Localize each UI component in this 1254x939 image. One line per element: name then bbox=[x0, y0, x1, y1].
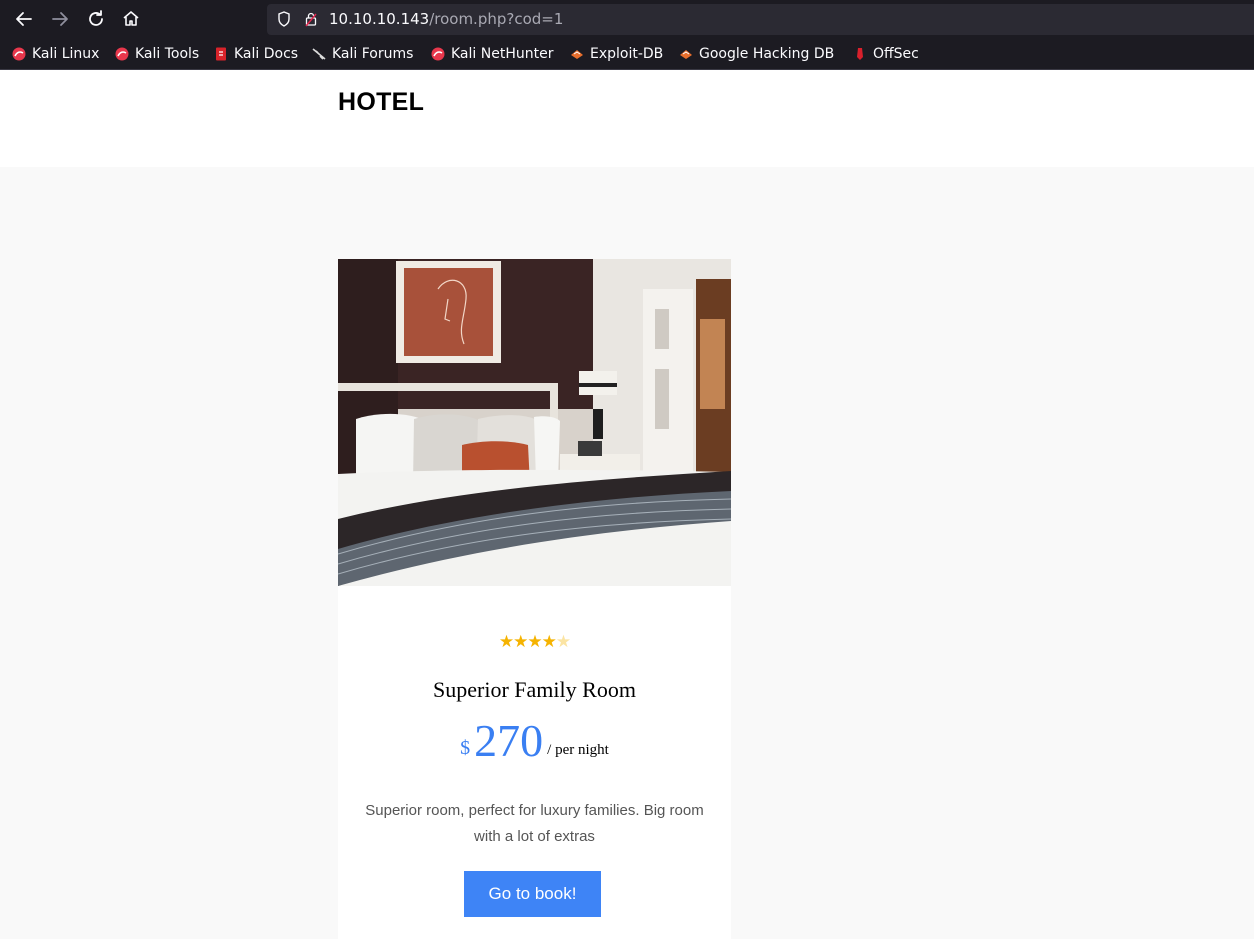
site-brand[interactable]: HOTEL bbox=[338, 88, 424, 117]
star-icon: ★ bbox=[541, 632, 557, 652]
bookmark-label: Kali Linux bbox=[32, 46, 100, 62]
address-bar[interactable]: 10.10.10.143/room.php?cod=1 bbox=[267, 4, 1254, 35]
kali-forums-icon bbox=[312, 48, 326, 60]
star-rating: ★★★★★ bbox=[338, 633, 731, 651]
home-icon[interactable] bbox=[120, 8, 142, 30]
bookmark-label: Google Hacking DB bbox=[699, 46, 835, 62]
bookmark-exploit-db[interactable]: Exploit-DB bbox=[570, 45, 663, 63]
room-price: $ 270 / per night bbox=[338, 716, 731, 766]
browser-toolbar: 10.10.10.143/room.php?cod=1 bbox=[0, 0, 1254, 39]
bookmark-kali-forums[interactable]: Kali Forums bbox=[312, 45, 413, 63]
star-icon: ★ bbox=[527, 632, 542, 652]
star-icon: ★ bbox=[513, 632, 528, 652]
bookmark-label: Kali Docs bbox=[234, 46, 299, 62]
insecure-lock-icon[interactable] bbox=[305, 11, 317, 27]
bookmark-label: Exploit-DB bbox=[590, 46, 664, 62]
kali-dragon-icon bbox=[12, 47, 26, 61]
exploit-db-icon bbox=[571, 50, 583, 59]
book-button[interactable]: Go to book! bbox=[464, 871, 601, 917]
bookmarks-bar: Kali Linux Kali Tools Kali Docs Kali For… bbox=[0, 39, 1254, 70]
bookmark-label: Kali Tools bbox=[135, 46, 200, 62]
bookmark-kali-nethunter[interactable]: Kali NetHunter bbox=[431, 45, 553, 63]
forward-arrow-icon[interactable] bbox=[49, 8, 71, 30]
offsec-icon bbox=[857, 48, 863, 60]
kali-docs-icon bbox=[216, 47, 226, 61]
room-card: ★★★★★ Superior Family Room $ 270 / per n… bbox=[338, 259, 731, 939]
tracking-shield-icon[interactable] bbox=[277, 11, 291, 27]
price-currency: $ bbox=[460, 737, 471, 759]
room-title: Superior Family Room bbox=[433, 677, 636, 702]
back-arrow-icon[interactable] bbox=[13, 8, 35, 30]
bookmark-offsec[interactable]: OffSec bbox=[853, 45, 919, 63]
site-header: HOTEL bbox=[0, 70, 1254, 167]
price-amount: 270 bbox=[474, 715, 544, 766]
bookmark-label: Kali NetHunter bbox=[451, 46, 554, 62]
bookmark-kali-tools[interactable]: Kali Tools bbox=[115, 45, 199, 63]
bookmark-google-hacking-db[interactable]: Google Hacking DB bbox=[679, 45, 834, 63]
room-photo bbox=[338, 259, 731, 586]
star-icon: ★ bbox=[498, 632, 514, 652]
url-host: 10.10.10.143 bbox=[329, 10, 430, 28]
bookmark-kali-docs[interactable]: Kali Docs bbox=[214, 45, 298, 63]
bookmark-label: Kali Forums bbox=[332, 46, 414, 62]
price-unit: / per night bbox=[547, 742, 609, 758]
reload-icon[interactable] bbox=[85, 8, 107, 30]
url-text[interactable]: 10.10.10.143/room.php?cod=1 bbox=[329, 10, 563, 29]
kali-dragon-icon bbox=[115, 47, 129, 61]
bookmark-kali-linux[interactable]: Kali Linux bbox=[12, 45, 99, 63]
star-empty-icon: ★ bbox=[555, 632, 571, 652]
exploit-db-icon bbox=[680, 50, 692, 59]
kali-dragon-icon bbox=[431, 47, 445, 61]
bookmark-label: OffSec bbox=[873, 46, 919, 62]
room-description: Superior room, perfect for luxury famili… bbox=[365, 802, 704, 845]
url-path: /room.php?cod=1 bbox=[429, 10, 564, 28]
